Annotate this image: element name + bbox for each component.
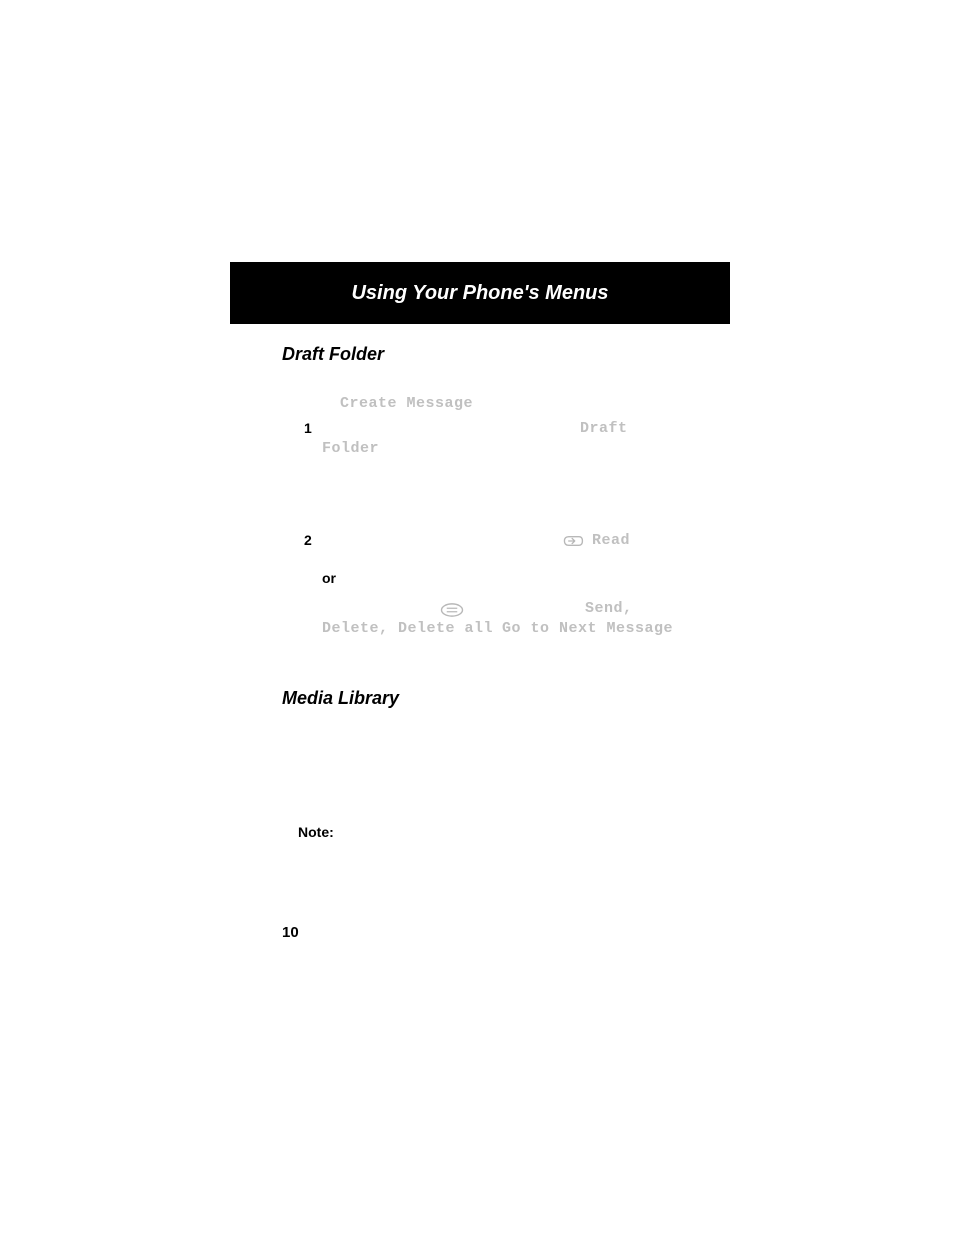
banner-title: Using Your Phone's Menus xyxy=(351,282,608,304)
manual-page: Using Your Phone's Menus Draft Folder Cr… xyxy=(0,0,954,1235)
label-create-message: Create Message xyxy=(340,395,473,412)
note-label: Note: xyxy=(298,824,334,840)
page-header-banner: Using Your Phone's Menus xyxy=(230,262,730,324)
label-folder: Folder xyxy=(322,440,379,457)
label-or: or xyxy=(322,570,336,586)
section-title-draft-folder: Draft Folder xyxy=(282,344,384,365)
label-send: Send, xyxy=(585,600,633,617)
label-read: Read xyxy=(592,532,630,549)
label-delete-options-b: Go to Next Message xyxy=(502,620,673,637)
step-number-1: 1 xyxy=(304,420,312,436)
softkey-right-icon xyxy=(562,535,584,547)
section-title-media-library: Media Library xyxy=(282,688,399,709)
label-draft: Draft xyxy=(580,420,628,437)
page-number: 10 xyxy=(282,924,299,941)
menu-key-icon xyxy=(440,603,464,617)
step-number-2: 2 xyxy=(304,532,312,548)
